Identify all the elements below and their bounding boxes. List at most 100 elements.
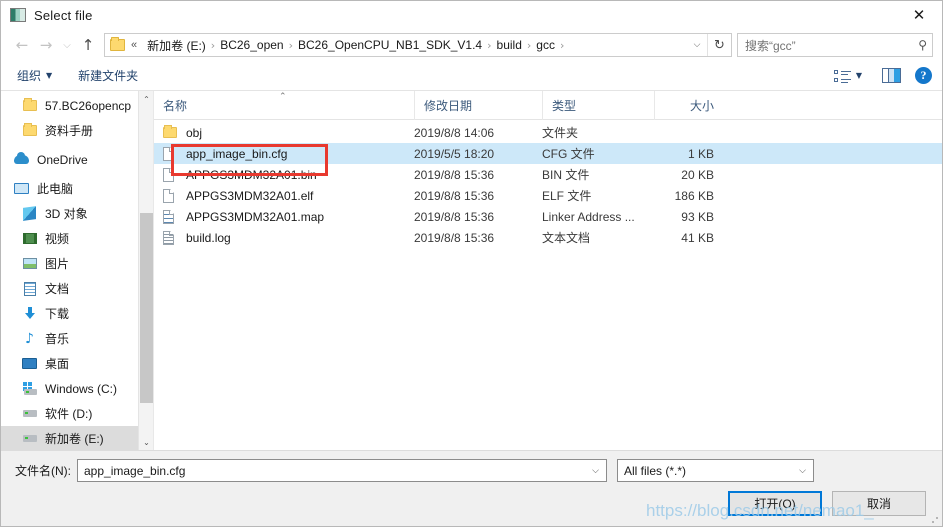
help-icon[interactable]: ? (915, 67, 932, 84)
scroll-up-icon[interactable]: ⌃ (139, 91, 153, 107)
folder-icon (21, 98, 38, 113)
breadcrumb-overflow-icon[interactable]: « (131, 39, 137, 51)
nav-item-label: 视频 (45, 232, 70, 246)
file-name: app_image_bin.cfg (186, 146, 288, 161)
table-row[interactable]: build.log 2019/8/8 15:36 文本文档 41 KB (154, 227, 942, 248)
recent-locations-icon[interactable]: ⌵ (58, 33, 76, 57)
file-lines-icon (163, 209, 179, 224)
address-bar: ← → ⌵ ↑ « 新加卷 (E:) › BC26_open › BC26_Op… (1, 29, 942, 61)
table-row[interactable]: APPGS3MDM32A01.map 2019/8/8 15:36 Linker… (154, 206, 942, 227)
nav-item-label: 资料手册 (45, 124, 94, 138)
up-icon[interactable]: ↑ (76, 33, 100, 57)
new-folder-button[interactable]: 新建文件夹 (72, 65, 144, 86)
refresh-icon[interactable]: ↻ (707, 34, 731, 56)
table-row[interactable]: app_image_bin.cfg 2019/5/5 18:20 CFG 文件 … (154, 143, 942, 164)
organize-button[interactable]: 组织 ▼ (11, 65, 58, 86)
dialog-footer: 文件名(N): app_image_bin.cfg ⌵ All files (*… (1, 450, 942, 526)
scrollbar-thumb[interactable] (140, 213, 153, 403)
table-row[interactable]: APPGS3MDM32A01.bin 2019/8/8 15:36 BIN 文件… (154, 164, 942, 185)
search-input[interactable]: 搜索“gcc” (745, 37, 918, 54)
nav-item-desktop[interactable]: 桌面 (1, 351, 153, 376)
navigation-scrollbar[interactable]: ⌃ ⌄ (138, 91, 153, 450)
filename-label: 文件名(N): (15, 464, 71, 478)
breadcrumb-separator[interactable]: › (211, 39, 215, 52)
documents-icon (21, 281, 38, 296)
table-row[interactable]: APPGS3MDM32A01.elf 2019/8/8 15:36 ELF 文件… (154, 185, 942, 206)
chevron-down-icon[interactable]: ⌵ (687, 40, 707, 50)
chevron-down-icon[interactable]: ⌵ (794, 466, 811, 476)
table-row[interactable]: obj 2019/8/8 14:06 文件夹 (154, 122, 942, 143)
back-icon[interactable]: ← (10, 33, 34, 57)
breadcrumb-separator[interactable]: › (289, 39, 293, 52)
search-icon: ⚲ (918, 38, 927, 52)
breadcrumb-separator[interactable]: › (487, 39, 491, 52)
file-name: build.log (186, 230, 231, 245)
breadcrumb-item-1[interactable]: BC26_open (220, 38, 283, 52)
nav-item-music[interactable]: ♪ 音乐 (1, 326, 153, 351)
navigation-list: 57.BC26opencp 资料手册 OneDrive 此电脑 3D 对象 视频… (1, 91, 153, 450)
nav-item-documents[interactable]: 文档 (1, 276, 153, 301)
desktop-icon (21, 356, 38, 371)
nav-item-this-pc[interactable]: 此电脑 (1, 176, 153, 201)
nav-item-57bc26opencp[interactable]: 57.BC26opencp (1, 93, 153, 118)
view-options-icon (833, 69, 851, 83)
file-type: 文本文档 (542, 231, 591, 245)
file-name: obj (186, 125, 203, 140)
view-options-button[interactable]: ▼ (828, 67, 868, 85)
resize-grip[interactable] (931, 516, 939, 524)
chevron-down-icon: ▼ (855, 71, 862, 80)
file-date: 2019/8/8 15:36 (414, 209, 495, 224)
file-type-filter[interactable]: All files (*.*) ⌵ (617, 459, 814, 482)
breadcrumb-item-2[interactable]: BC26_OpenCPU_NB1_SDK_V1.4 (298, 38, 482, 52)
breadcrumb-item-0[interactable]: 新加卷 (E:) (147, 37, 206, 54)
filename-input[interactable]: app_image_bin.cfg ⌵ (77, 459, 607, 482)
nav-item-label: 桌面 (45, 357, 70, 371)
open-button[interactable]: 打开(O) (728, 491, 822, 516)
column-header-date[interactable]: 修改日期 (414, 90, 542, 120)
nav-item-label: 下载 (45, 307, 70, 321)
column-header-size[interactable]: 大小 (654, 90, 722, 120)
search-box[interactable]: 搜索“gcc” ⚲ (737, 33, 933, 57)
nav-item-label: 软件 (D:) (45, 407, 93, 421)
file-name-cell: APPGS3MDM32A01.bin (154, 167, 414, 182)
column-headers: 名称 ⌃ 修改日期 类型 大小 (154, 90, 942, 120)
nav-item-software-d[interactable]: 软件 (D:) (1, 401, 153, 426)
close-icon[interactable]: ✕ (896, 1, 942, 29)
file-date: 2019/8/8 15:36 (414, 167, 495, 182)
column-header-type-label: 类型 (552, 98, 577, 113)
column-header-name-label: 名称 (163, 98, 188, 113)
breadcrumb-item-4[interactable]: gcc (536, 38, 555, 52)
nav-item-newvolume-e[interactable]: 新加卷 (E:) (1, 426, 153, 450)
breadcrumb-separator[interactable]: › (560, 39, 564, 52)
file-name-cell: build.log (154, 230, 414, 245)
nav-item-onedrive[interactable]: OneDrive (1, 147, 153, 172)
file-type: BIN 文件 (542, 168, 590, 182)
nav-item-materials[interactable]: 资料手册 (1, 118, 153, 143)
nav-item-windows-c[interactable]: Windows (C:) (1, 376, 153, 401)
forward-icon[interactable]: → (34, 33, 58, 57)
nav-item-videos[interactable]: 视频 (1, 226, 153, 251)
file-type-filter-value: All files (*.*) (624, 463, 687, 478)
scroll-down-icon[interactable]: ⌄ (139, 434, 153, 450)
cancel-button[interactable]: 取消 (832, 491, 926, 516)
file-icon (163, 146, 179, 161)
windows-drive-icon (21, 381, 38, 396)
column-header-type[interactable]: 类型 (542, 90, 654, 120)
chevron-down-icon[interactable]: ⌵ (587, 466, 604, 476)
breadcrumb[interactable]: « 新加卷 (E:) › BC26_open › BC26_OpenCPU_NB… (104, 33, 732, 57)
breadcrumb-list: « 新加卷 (E:) › BC26_open › BC26_OpenCPU_NB… (131, 37, 687, 54)
file-icon (163, 167, 179, 182)
preview-pane-icon[interactable] (882, 68, 901, 83)
breadcrumb-separator[interactable]: › (527, 39, 531, 52)
nav-item-pictures[interactable]: 图片 (1, 251, 153, 276)
file-name: APPGS3MDM32A01.map (186, 209, 325, 224)
breadcrumb-item-3[interactable]: build (497, 38, 522, 52)
file-size: 1 KB (687, 146, 714, 161)
folder-icon (110, 37, 125, 51)
nav-item-downloads[interactable]: 下载 (1, 301, 153, 326)
new-folder-label: 新建文件夹 (78, 69, 139, 83)
file-name-cell: APPGS3MDM32A01.elf (154, 188, 414, 203)
column-header-name[interactable]: 名称 ⌃ (154, 91, 414, 120)
computer-icon (13, 181, 30, 196)
nav-item-3d-objects[interactable]: 3D 对象 (1, 201, 153, 226)
